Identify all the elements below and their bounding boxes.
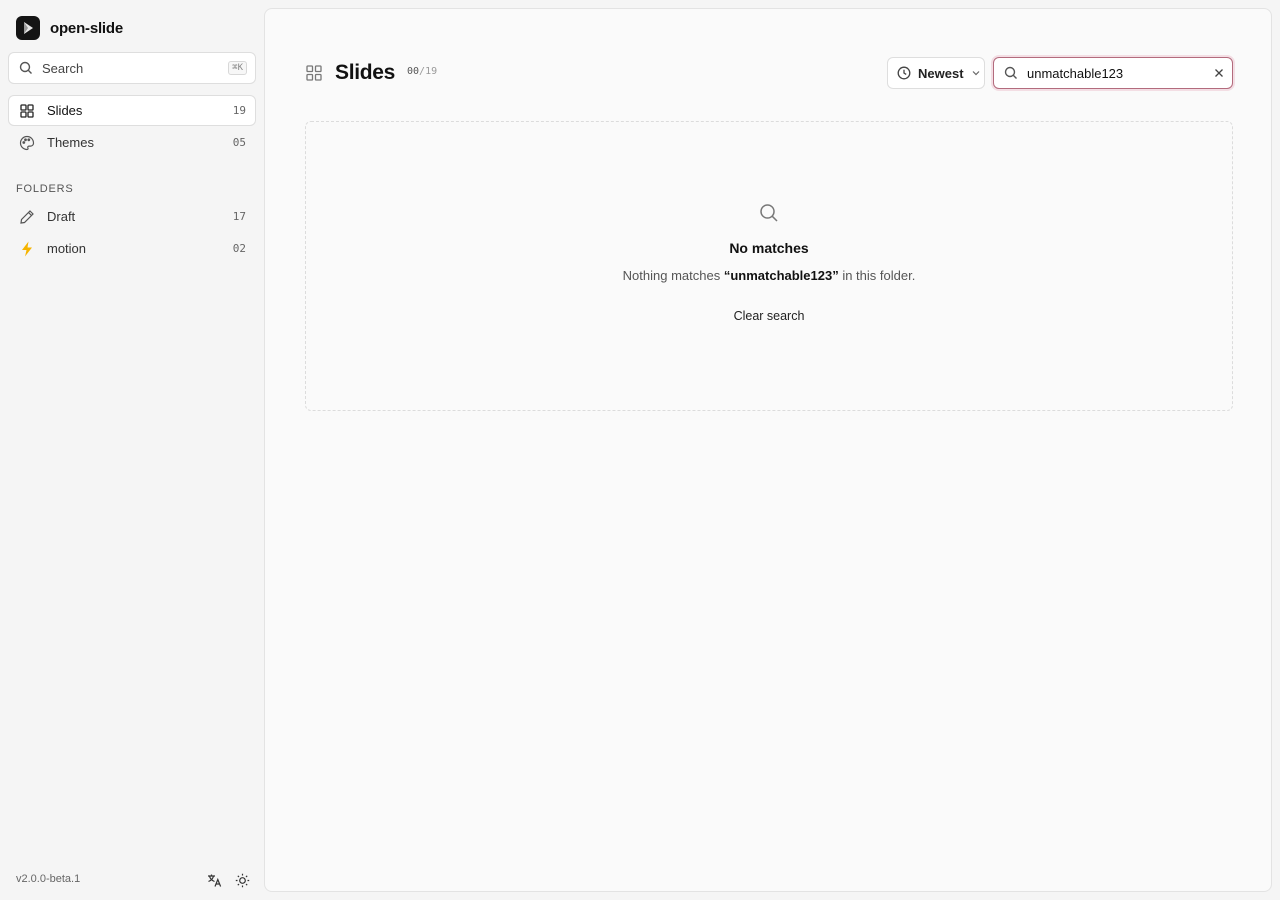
sidebar-item-label: Draft	[47, 209, 76, 224]
sidebar-item-label: Slides	[47, 103, 83, 118]
sidebar-item-slides[interactable]: Slides 19	[8, 95, 256, 126]
empty-desc-prefix: Nothing matches	[622, 268, 724, 283]
app-version: v2.0.0-beta.1	[16, 873, 81, 885]
sidebar-item-label: Themes	[47, 135, 94, 150]
sidebar-item-label: motion	[47, 241, 87, 256]
search-icon	[1004, 66, 1018, 80]
app-logo-icon	[16, 16, 40, 40]
sidebar-search[interactable]: Search ⌘K	[8, 52, 256, 84]
main-panel: Slides 00/19 Newest No matches Nothing m…	[264, 8, 1272, 892]
empty-state-title: No matches	[729, 240, 809, 256]
search-shortcut: ⌘K	[228, 61, 247, 75]
slide-count: 00/19	[407, 66, 437, 77]
palette-icon	[19, 135, 35, 151]
sort-label: Newest	[918, 65, 964, 81]
close-icon[interactable]	[1214, 68, 1224, 78]
page-title: Slides	[335, 61, 396, 84]
lightning-icon	[19, 241, 35, 257]
sidebar-folder-motion[interactable]: motion 02	[8, 233, 256, 264]
sidebar-item-count: 19	[232, 104, 246, 117]
empty-desc-query: “unmatchable123”	[723, 268, 839, 283]
sun-icon[interactable]	[234, 872, 250, 888]
sidebar-search-label: Search	[42, 60, 84, 76]
chevron-down-icon	[971, 68, 981, 78]
slides-search-input[interactable]	[1027, 65, 1214, 81]
slide-count-total: /19	[419, 66, 438, 77]
folders-section-label: FOLDERS	[16, 183, 74, 195]
clear-search-button[interactable]: Clear search	[720, 302, 818, 330]
slides-search-field	[993, 57, 1233, 89]
app-name: open-slide	[50, 19, 124, 37]
clock-icon	[897, 66, 911, 80]
sidebar-item-count: 17	[232, 210, 246, 223]
empty-state: No matches Nothing matches “unmatchable1…	[305, 121, 1233, 411]
sort-dropdown[interactable]: Newest	[887, 57, 985, 89]
search-icon	[759, 203, 779, 223]
empty-desc-suffix: in this folder.	[838, 268, 916, 283]
pencil-icon	[19, 209, 35, 225]
translate-icon[interactable]	[206, 872, 222, 888]
empty-state-description: Nothing matches “unmatchable123” in this…	[306, 268, 1232, 283]
grid-icon	[306, 65, 322, 81]
sidebar-item-themes[interactable]: Themes 05	[8, 127, 256, 158]
search-icon	[19, 61, 33, 75]
grid-icon	[19, 103, 35, 119]
sidebar: open-slide Search ⌘K Slides 19 Themes 05…	[0, 0, 264, 900]
sidebar-item-count: 05	[232, 136, 246, 149]
sidebar-item-count: 02	[232, 242, 246, 255]
slide-count-current: 00	[407, 66, 420, 77]
brand[interactable]: open-slide	[16, 16, 123, 40]
sidebar-folder-draft[interactable]: Draft 17	[8, 201, 256, 232]
